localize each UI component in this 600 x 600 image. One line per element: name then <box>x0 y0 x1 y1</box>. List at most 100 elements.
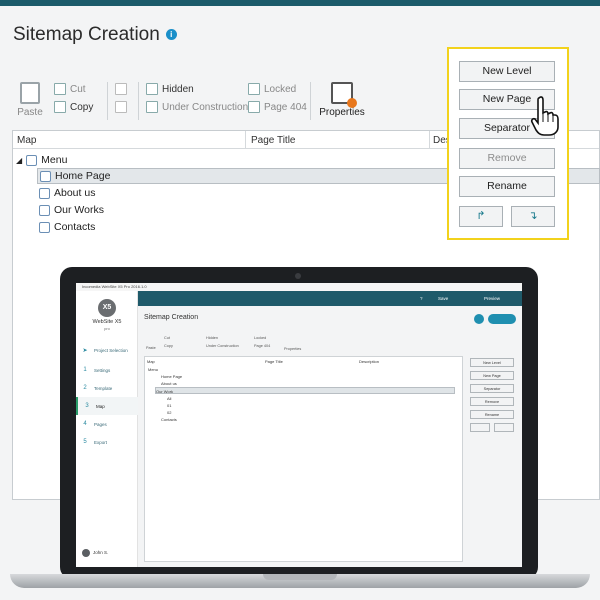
nav-number: 4 <box>83 421 87 427</box>
column-map: Map <box>17 135 37 146</box>
window-title: Incomedia WebSite X5 Pro 2016.1.0 <box>82 284 147 289</box>
mini-paste[interactable]: Paste <box>146 346 156 350</box>
mini-tree-item[interactable]: 01 <box>167 402 171 409</box>
column-divider <box>245 131 246 148</box>
info-icon[interactable]: i <box>165 29 177 40</box>
help-icon[interactable]: ? <box>420 296 423 301</box>
hidden-page-icon <box>146 83 158 95</box>
new-level-button[interactable]: New Level <box>459 61 555 82</box>
mini-sitemap-tree: Map Page Title Description Menu Home Pag… <box>144 356 463 562</box>
outdent-icon <box>115 101 127 113</box>
nav-number: 2 <box>83 385 87 391</box>
move-down-button[interactable]: ↴ <box>511 206 555 227</box>
mini-tree-item[interactable]: Home Page <box>161 373 182 380</box>
nav-pages[interactable]: 4 Pages <box>76 415 138 433</box>
nav-label: Export <box>94 439 108 445</box>
nav-project-selection[interactable]: ➤ Project Selection <box>76 341 138 359</box>
laptop: Incomedia WebSite X5 Pro 2016.1.0 X5 Web… <box>60 267 538 579</box>
hidden-label: Hidden <box>162 83 194 95</box>
rename-button[interactable]: Rename <box>459 176 555 197</box>
nav-map[interactable]: 3 Map <box>76 397 138 415</box>
mini-hidden[interactable]: Hidden <box>206 336 218 340</box>
mini-remove-button[interactable]: Remove <box>470 397 514 406</box>
page-icon <box>39 204 50 216</box>
app-main: Sitemap Creation Paste Cut Copy Hidden U… <box>138 306 522 567</box>
tree-item-contacts[interactable]: Contacts <box>39 219 95 235</box>
mini-tree-item[interactable]: All <box>167 395 171 402</box>
nav-label: Settings <box>94 367 111 373</box>
mini-new-level-button[interactable]: New Level <box>470 358 514 367</box>
user-profile[interactable]: John S. <box>82 549 108 557</box>
under-construction-toggle[interactable]: Under Construction <box>146 98 248 116</box>
nav-number: 5 <box>83 439 87 445</box>
laptop-notch <box>263 574 337 580</box>
mini-copy[interactable]: Copy <box>164 344 173 348</box>
mini-page-title: Sitemap Creation <box>144 314 199 321</box>
under-construction-label: Under Construction <box>162 101 249 113</box>
nav-label: Project Selection <box>94 347 128 353</box>
mini-separator-button[interactable]: Separator <box>470 384 514 393</box>
page404-label: Page 404 <box>264 101 307 113</box>
scissors-icon <box>54 83 66 95</box>
page-title-text: Sitemap Creation <box>13 24 160 45</box>
nav-export[interactable]: 5 Export <box>76 433 138 451</box>
construction-icon <box>146 101 158 113</box>
paste-icon <box>20 82 40 104</box>
hidden-toggle[interactable]: Hidden <box>146 80 248 98</box>
tree-item-our-works[interactable]: Our Works <box>39 202 104 218</box>
cut-button[interactable]: Cut <box>54 80 93 98</box>
next-button[interactable] <box>488 314 516 324</box>
save-button[interactable]: Save <box>438 296 448 301</box>
mini-cut[interactable]: Cut <box>164 336 170 340</box>
move-up-level-button[interactable] <box>115 80 131 98</box>
page-404-icon <box>248 101 260 113</box>
page404-toggle[interactable]: Page 404 <box>248 98 307 116</box>
nav-settings[interactable]: 1 Settings <box>76 361 138 379</box>
mini-page404[interactable]: Page 404 <box>254 344 270 348</box>
page-title: Sitemap Creation i <box>13 24 177 46</box>
mini-move-up-button[interactable] <box>470 423 490 432</box>
mini-tree-item[interactable]: Menu <box>148 366 158 373</box>
remove-button[interactable]: Remove <box>459 148 555 169</box>
mini-move-down-button[interactable] <box>494 423 514 432</box>
avatar <box>82 549 90 557</box>
properties-button[interactable]: Properties <box>318 82 366 118</box>
tree-item-about-us[interactable]: About us <box>39 185 95 201</box>
move-down-level-button[interactable] <box>115 98 131 116</box>
toolbar-divider <box>107 82 108 120</box>
tree-item-label: About us <box>54 187 96 199</box>
indent-icon <box>115 83 127 95</box>
mini-tree-item[interactable]: Our Work <box>155 387 455 394</box>
page-icon <box>39 221 50 233</box>
mini-tree-item[interactable]: 02 <box>167 409 171 416</box>
back-button[interactable] <box>474 314 484 324</box>
collapse-arrow-icon[interactable]: ◢ <box>16 156 22 165</box>
paste-label: Paste <box>17 107 43 118</box>
mini-rename-button[interactable]: Rename <box>470 410 514 419</box>
mini-new-page-button[interactable]: New Page <box>470 371 514 380</box>
nav-template[interactable]: 2 Template <box>76 379 138 397</box>
menu-folder-icon <box>26 154 38 166</box>
copy-icon <box>54 101 66 113</box>
mini-properties[interactable]: Properties <box>284 347 301 351</box>
sitemap-actions-panel: New Level New Page Separator Remove Rena… <box>447 47 569 240</box>
nav-label: Template <box>94 385 113 391</box>
copy-button[interactable]: Copy <box>54 98 93 116</box>
mini-tree-item[interactable]: Contacts <box>161 416 177 423</box>
properties-icon <box>331 82 357 108</box>
home-icon <box>40 170 51 182</box>
mini-tree-item[interactable]: About us <box>161 380 177 387</box>
mini-column-map: Map <box>147 359 155 364</box>
x5-logo: X5 <box>98 299 116 317</box>
mini-under-construction[interactable]: Under Construction <box>206 344 239 348</box>
tree-item-menu[interactable]: ◢ Menu <box>16 152 67 168</box>
nav-number: 3 <box>85 403 89 409</box>
preview-button[interactable]: Preview <box>484 296 500 301</box>
paste-button[interactable]: Paste <box>16 82 44 118</box>
mini-locked[interactable]: Locked <box>254 336 266 340</box>
locked-toggle[interactable]: Locked <box>248 80 307 98</box>
laptop-screen: Incomedia WebSite X5 Pro 2016.1.0 X5 Web… <box>76 283 522 567</box>
move-up-button[interactable]: ↱ <box>459 206 503 227</box>
app-header: ? Save Preview <box>138 291 522 306</box>
tree-item-label: Contacts <box>54 221 96 233</box>
